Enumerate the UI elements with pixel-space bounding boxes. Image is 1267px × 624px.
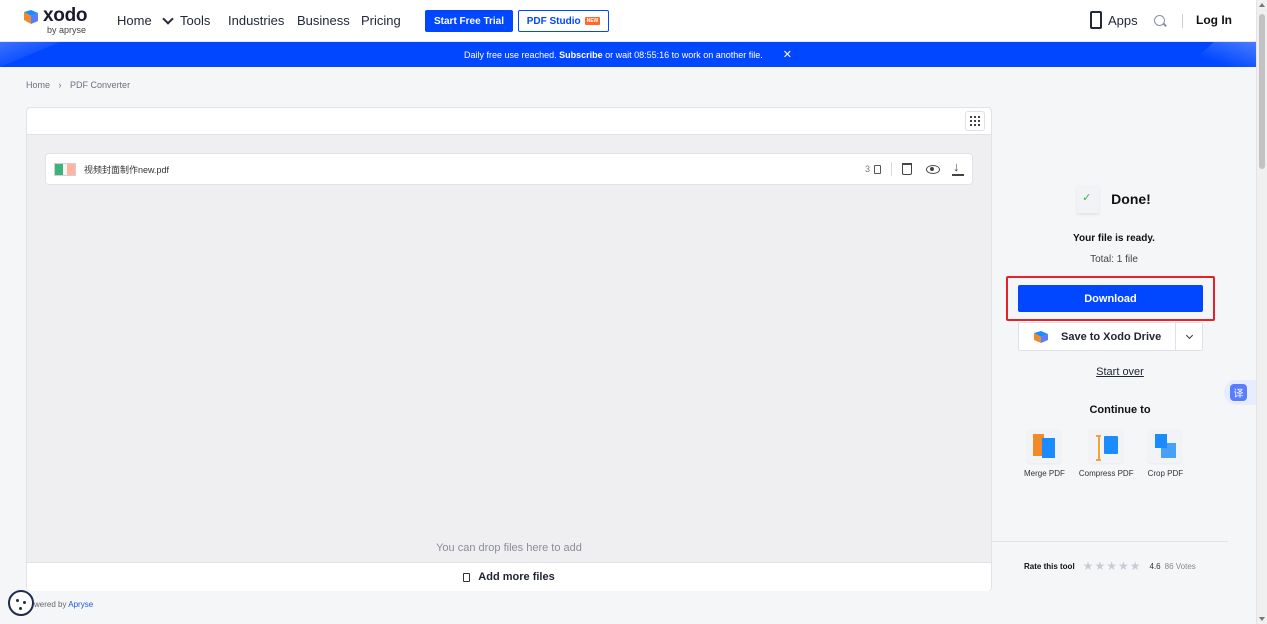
continue-to-heading: Continue to (1089, 404, 1151, 416)
add-more-files-button[interactable]: Add more files (27, 562, 991, 591)
breadcrumb: Home › PDF Converter (26, 80, 130, 90)
save-to-drive-label: Save to Xodo Drive (1061, 330, 1162, 343)
star-icon[interactable]: ★ (1118, 559, 1129, 573)
eye-icon[interactable] (926, 164, 940, 174)
cookie-icon[interactable] (8, 590, 34, 616)
star-icon[interactable]: ★ (1083, 559, 1094, 573)
star-icon[interactable]: ★ (1130, 559, 1141, 573)
breadcrumb-current: PDF Converter (70, 80, 131, 90)
powered-prefix: wered by (34, 600, 67, 609)
scroll-thumb[interactable] (1259, 14, 1265, 169)
rating-row: Rate this tool ★ ★ ★ ★ ★ 4.6 86 Votes (1024, 559, 1196, 573)
rating-votes: 86 Votes (1164, 561, 1196, 571)
tool-compress-pdf[interactable]: Compress PDF (1079, 429, 1134, 478)
xodo-logo[interactable]: xodo by apryse (22, 6, 87, 35)
logo-wordmark: xodo (43, 5, 88, 26)
page-icon (874, 164, 881, 174)
translate-widget[interactable]: 译 (1224, 380, 1256, 405)
apps-label: Apps (1108, 12, 1138, 28)
nav-business[interactable]: Business (297, 13, 350, 28)
star-icon[interactable]: ★ (1106, 559, 1117, 573)
scroll-down-icon[interactable] (1259, 617, 1265, 621)
nav-tools-label: Tools (180, 13, 211, 28)
done-heading: Done! (1000, 185, 1228, 213)
continue-tools: Merge PDF Compress PDF Crop PDF (1024, 429, 1197, 478)
apryse-link[interactable]: Apryse (68, 600, 93, 609)
rating-stars: ★ ★ ★ ★ ★ (1083, 559, 1142, 573)
file-add-icon (463, 572, 471, 582)
chevron-down-icon[interactable] (1185, 331, 1194, 340)
crop-pdf-icon (1148, 429, 1183, 463)
compress-pdf-icon (1089, 429, 1124, 463)
file-name: 视频封面制作new.pdf (84, 164, 170, 175)
tool-label: Crop PDF (1147, 469, 1184, 478)
download-icon[interactable] (952, 159, 964, 176)
star-icon[interactable]: ★ (1094, 559, 1105, 573)
add-more-label: Add more files (478, 571, 555, 583)
file-list-header (27, 108, 991, 135)
start-free-trial-button[interactable]: Start Free Trial (425, 10, 513, 32)
rate-label: Rate this tool (1024, 561, 1075, 571)
chevron-down-icon (162, 12, 174, 25)
start-over-link[interactable]: Start over (1000, 366, 1228, 378)
done-text: Done! (1111, 191, 1151, 207)
banner-suffix: or wait 08:55:16 to work on another file… (605, 49, 763, 60)
tool-merge-pdf[interactable]: Merge PDF (1024, 429, 1065, 478)
apps-menu[interactable]: Apps (1090, 11, 1138, 29)
tool-label: Compress PDF (1078, 469, 1134, 478)
xodo-drive-icon (1034, 330, 1048, 343)
file-ready-text: Your file is ready. (1073, 233, 1155, 244)
pdf-studio-button[interactable]: PDF Studio NEW (518, 10, 609, 32)
banner-prefix: Daily free use reached. (464, 49, 557, 60)
drop-hint: You can drop files here to add (436, 542, 582, 554)
close-icon[interactable]: ✕ (783, 48, 792, 61)
login-link[interactable]: Log In (1196, 13, 1232, 27)
page-count: 3 (864, 164, 870, 174)
trash-icon[interactable] (902, 163, 912, 175)
xodo-logo-icon (24, 10, 38, 24)
banner-decoration-right (1186, 42, 1256, 67)
search-icon[interactable] (1154, 15, 1165, 26)
total-files-text: Total: 1 file (1090, 254, 1138, 265)
file-list-panel: 视频封面制作new.pdf 3 You can drop files here … (26, 107, 992, 591)
file-check-icon (1077, 185, 1100, 213)
file-thumbnail (54, 162, 76, 176)
save-divider (1175, 323, 1176, 350)
rating-score: 4.6 (1149, 561, 1161, 571)
subscribe-link[interactable]: Subscribe (559, 50, 603, 60)
breadcrumb-home[interactable]: Home (26, 80, 50, 90)
nav-home[interactable]: Home (117, 13, 152, 28)
logo-subtitle: by apryse (47, 25, 87, 35)
download-button[interactable]: Download (1018, 285, 1203, 312)
tool-label: Merge PDF (1024, 469, 1065, 478)
scroll-up-icon[interactable] (1259, 3, 1265, 7)
actions-divider (891, 162, 892, 176)
nav-tools[interactable]: Tools (162, 12, 211, 28)
nav-industries[interactable]: Industries (228, 13, 284, 28)
nav-divider (1182, 14, 1183, 28)
banner-decoration-left (0, 42, 60, 67)
save-to-drive-button[interactable]: Save to Xodo Drive (1018, 322, 1203, 351)
rating-divider (992, 541, 1228, 542)
merge-pdf-icon (1027, 429, 1062, 463)
phone-icon (1090, 11, 1102, 29)
new-badge: NEW (584, 17, 601, 25)
usage-limit-banner: Daily free use reached. Subscribe or wai… (0, 42, 1256, 67)
page-scrollbar[interactable] (1256, 0, 1267, 624)
translate-icon: 译 (1230, 384, 1247, 401)
powered-by: wered by Apryse (34, 600, 93, 609)
pdf-studio-label: PDF Studio (526, 15, 581, 27)
breadcrumb-separator: › (58, 80, 62, 90)
file-actions: 3 (864, 159, 964, 176)
result-panel: Done! Your file is ready. Total: 1 file … (992, 107, 1228, 591)
file-row[interactable]: 视频封面制作new.pdf 3 (45, 153, 973, 185)
tool-crop-pdf[interactable]: Crop PDF (1147, 429, 1184, 478)
top-navbar: xodo by apryse Home Tools Industries Bus… (0, 0, 1256, 42)
nav-pricing[interactable]: Pricing (361, 13, 401, 28)
grid-view-icon[interactable] (965, 111, 985, 131)
